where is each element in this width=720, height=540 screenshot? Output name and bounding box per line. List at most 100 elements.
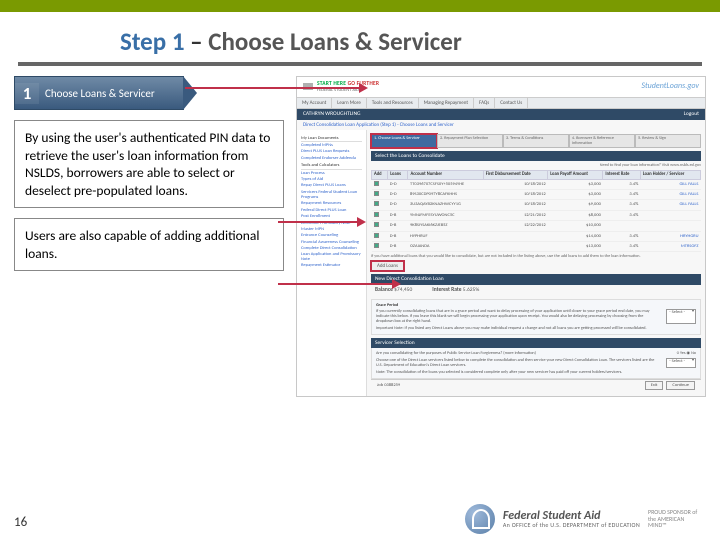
nslds-hint: Need to find your loan information? Visi…	[371, 163, 701, 168]
app-nav: My Account Learn More Tools and Resource…	[297, 98, 705, 109]
loan-checkbox[interactable]	[374, 243, 379, 248]
title-step: Step 1	[120, 26, 185, 57]
add-loans-button[interactable]: Add Loans	[371, 261, 404, 271]
title-sep: –	[185, 26, 209, 57]
app-screenshot: START HERE GO FURTHER FEDERAL STUDENT AI…	[296, 76, 706, 397]
servicer-question: Are you consolidating for the purposes o…	[376, 351, 536, 356]
sidebar-item[interactable]: Repayment Resources	[301, 201, 362, 206]
nav-item[interactable]: Contact Us	[495, 98, 528, 108]
nav-item[interactable]: Managing Repayment	[419, 98, 474, 108]
grace-body: If you currently consolidating loans tha…	[376, 309, 660, 324]
exit-button[interactable]: Exit	[645, 381, 664, 390]
loans-table: Add Loans Account Number First Disbursem…	[371, 170, 701, 252]
nav-item[interactable]: My Account	[297, 98, 332, 108]
sidebar-item[interactable]: Repayment Estimator	[301, 263, 362, 268]
sidebar-item[interactable]: Loan Process	[301, 171, 362, 176]
step-pill: 1 Choose Loans & Servicer	[14, 76, 184, 110]
arrow-to-add-button	[278, 283, 393, 285]
fsa-sub: An OFFICE of the U.S. DEPARTMENT of EDUC…	[503, 522, 640, 528]
panel-title-select-loans: Select the Loans to Consolidate	[371, 151, 701, 162]
user-name: CATHRYN WROUGHTLING	[303, 111, 360, 118]
rate-label: Interest Rate	[432, 287, 461, 293]
brand-right: StudentLoans.gov	[641, 82, 699, 92]
sidebar-item[interactable]: Direct PLUS Loan Requests	[301, 149, 362, 154]
loan-checkbox[interactable]	[374, 191, 379, 196]
rate-value: 5.625%	[463, 287, 479, 293]
table-row: D-B9K8SIYSAKI6KZJEB5Z12/22/2012$10,000	[372, 221, 701, 231]
col-servicer: Loan Holder / Servicer	[640, 171, 700, 179]
col-loans: Loans	[388, 171, 408, 179]
sidebar-item[interactable]: Federal Direct PLUS Loan	[301, 208, 362, 213]
callout-add-loans: Users are also capable of adding additio…	[14, 218, 284, 271]
stepper-step[interactable]: 2. Repayment Plan Selection	[437, 134, 503, 148]
sidebar-item[interactable]: Post Enrollment	[301, 214, 362, 219]
step-label: Choose Loans & Servicer	[39, 87, 155, 100]
table-row: D-BOZAIANDA$13,0003.4%MTRSOFZ	[372, 242, 701, 252]
sidebar-item[interactable]: Master MPN	[301, 227, 362, 232]
radio-no[interactable]: ◉ No	[686, 351, 696, 356]
col-rate: Interest Rate	[603, 171, 640, 179]
sidebar-item[interactable]: Complete Direct Consolidation Loan Appli…	[301, 246, 362, 262]
servicer-panel: Are you consolidating for the purposes o…	[371, 348, 701, 379]
grace-title: Grace Period	[376, 303, 696, 308]
app-footer: Job 0388259 Exit Continue	[371, 379, 701, 391]
table-row: D-D89S30CDP097Y8CAFKHHS10/18/2012$3,0003…	[372, 190, 701, 200]
nav-item[interactable]: Learn More	[332, 98, 367, 108]
sidebar-group: My Loan Documents	[301, 136, 362, 142]
stepper-step[interactable]: 4. Borrower & Reference Information	[569, 134, 635, 148]
new-loan-summary: Balance $74,450 Interest Rate 5.625%	[371, 285, 701, 296]
servicer-select[interactable]: - Select -	[666, 358, 696, 368]
panel-title-servicer: Servicer Selection	[371, 338, 701, 349]
sidebar-item[interactable]: Repay Direct PLUS Loans	[301, 183, 362, 188]
sidebar-item[interactable]: Financial Awareness Counseling	[301, 240, 362, 245]
radio-yes[interactable]: ○ Yes	[677, 351, 686, 356]
panel-title-new-loan: New Direct Consolidation Loan	[371, 274, 701, 285]
wizard-stepper: 1. Choose Loans & Servicer 2. Repayment …	[371, 134, 701, 148]
title-rest: Choose Loans & Servicer	[208, 26, 461, 57]
balance-label: Balance	[375, 287, 393, 293]
loan-checkbox[interactable]	[374, 222, 379, 227]
sidebar-item[interactable]: Completed Endorser Addenda	[301, 156, 362, 161]
step-number: 1	[15, 83, 39, 104]
continue-button[interactable]: Continue	[666, 381, 695, 390]
arrow-to-add-loans	[278, 221, 358, 223]
callout-pin: By using the user's authenticated PIN da…	[14, 120, 284, 208]
loan-checkbox[interactable]	[374, 201, 379, 206]
sidebar-item[interactable]: Entrance Counseling	[301, 233, 362, 238]
nav-item[interactable]: FAQs	[474, 98, 495, 108]
job-id: Job 0388259	[377, 383, 400, 388]
sidebar-item[interactable]: Servicers Federal Student Loan Programs	[301, 190, 362, 201]
table-row: D-BHYPHRUF$14,0003.4%HRYHGRU	[372, 231, 701, 241]
table-row: D-D3U3AQAYB2KNAZHWCYY1G10/18/2012$9,0003…	[372, 200, 701, 210]
stepper-step[interactable]: 5. Review & Sign	[635, 134, 701, 148]
grace-period-panel: Grace Period If you currently consolidat…	[371, 299, 701, 335]
col-date: First Disbursement Date	[483, 171, 547, 179]
table-row: D-BYMNJFMFESYUWONC5C12/21/2012$8,0003.4%	[372, 210, 701, 220]
servicer-note: Note: The consolidation of the loans you…	[376, 370, 696, 375]
loan-checkbox[interactable]	[374, 233, 379, 238]
grace-note: Important Note: If you listed any Direct…	[376, 326, 696, 331]
fsa-sponsor: PROUD SPONSOR of the AMERICAN MIND™	[648, 509, 702, 529]
footer-logo: Federal Student Aid An OFFICE of the U.S…	[465, 504, 702, 534]
grace-select[interactable]: - Select -	[666, 309, 696, 324]
stepper-step-active[interactable]: 1. Choose Loans & Servicer	[371, 134, 437, 148]
table-row: D-DTT0396707CSFS0Y+50594YHE10/18/2012$3,…	[372, 179, 701, 189]
col-add: Add	[372, 171, 388, 179]
col-payoff: Loan Payoff Amount	[548, 171, 603, 179]
loan-checkbox[interactable]	[374, 181, 379, 186]
servicer-body: Choose one of the Direct Loan servicers …	[376, 358, 660, 368]
stepper-step[interactable]: 3. Terms & Conditions	[503, 134, 569, 148]
page-number: 16	[14, 515, 27, 530]
user-bar: CATHRYN WROUGHTLING Logout	[297, 109, 705, 120]
breadcrumb: Direct Consolidation Loan Application (S…	[297, 120, 705, 130]
sidebar-item[interactable]: Completed MPNs	[301, 143, 362, 148]
logout-link[interactable]: Logout	[684, 111, 699, 118]
fsa-mark-icon	[465, 504, 495, 534]
app-sidebar: My Loan Documents Completed MPNs Direct …	[297, 130, 367, 396]
green-top-bar	[0, 0, 720, 12]
arrow-to-stepper	[185, 87, 360, 89]
loan-checkbox[interactable]	[374, 212, 379, 217]
title-row: Step 1 – Choose Loans & Servicer	[0, 12, 720, 60]
sidebar-item[interactable]: Types of Aid	[301, 177, 362, 182]
nav-item[interactable]: Tools and Resources	[367, 98, 419, 108]
